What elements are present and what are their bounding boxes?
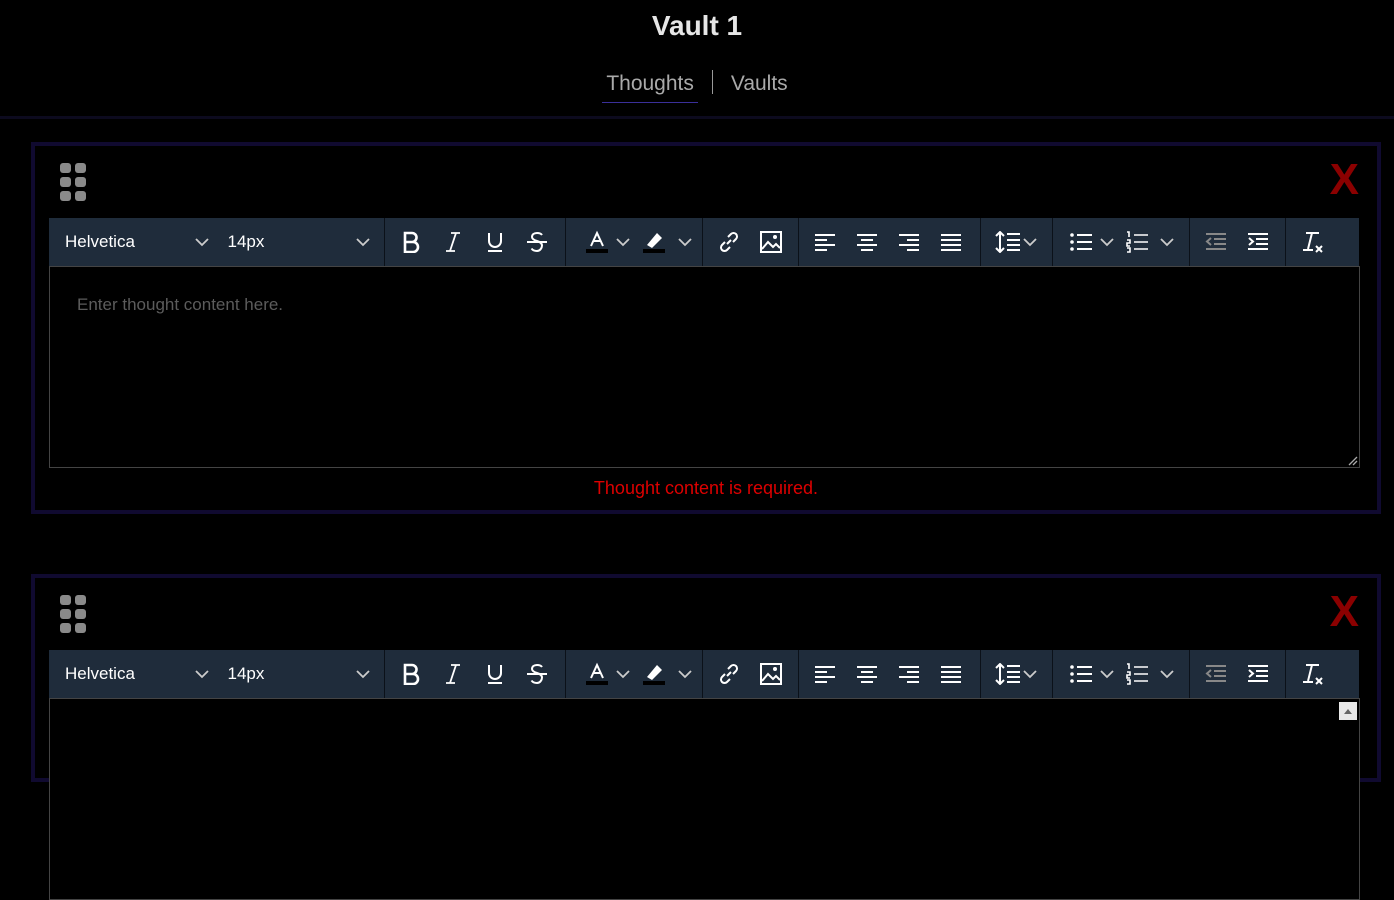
chevron-down-icon[interactable] — [1160, 650, 1174, 698]
text-style-group — [385, 650, 566, 698]
align-right-icon[interactable] — [888, 218, 930, 266]
thought-editor[interactable] — [49, 698, 1360, 900]
numbered-list-icon[interactable] — [1114, 218, 1160, 266]
align-right-icon[interactable] — [888, 650, 930, 698]
italic-icon[interactable] — [432, 218, 474, 266]
chevron-down-icon[interactable] — [1023, 650, 1037, 698]
indent-icon[interactable] — [1237, 218, 1279, 266]
scroll-up-icon[interactable] — [1339, 702, 1357, 720]
italic-icon[interactable] — [432, 650, 474, 698]
bullet-list-icon[interactable] — [1062, 650, 1100, 698]
align-group — [799, 218, 981, 266]
font-color-icon[interactable] — [578, 650, 616, 698]
line-height-icon[interactable] — [993, 218, 1023, 266]
strikethrough-icon[interactable] — [516, 218, 558, 266]
thought-card: X Helvetica 14px — [31, 574, 1381, 900]
drag-handle-icon[interactable] — [60, 163, 88, 201]
nav-tabs: Thoughts Vaults — [0, 70, 1394, 103]
chevron-down-icon[interactable] — [1100, 218, 1114, 266]
align-left-icon[interactable] — [804, 650, 846, 698]
close-icon[interactable]: X — [1330, 158, 1359, 202]
indent-icon[interactable] — [1237, 650, 1279, 698]
resize-handle-icon[interactable] — [1346, 454, 1358, 466]
font-family-value: Helvetica — [65, 232, 135, 251]
clear-group — [1286, 218, 1358, 266]
chevron-down-icon — [356, 669, 370, 678]
align-group — [799, 650, 981, 698]
chevron-down-icon — [195, 669, 210, 678]
chevron-down-icon — [356, 237, 370, 246]
align-center-icon[interactable] — [846, 218, 888, 266]
font-group: Helvetica 14px — [49, 218, 385, 266]
list-group — [1053, 218, 1190, 266]
align-justify-icon[interactable] — [930, 218, 972, 266]
underline-icon[interactable] — [474, 218, 516, 266]
chevron-down-icon[interactable] — [1023, 218, 1037, 266]
insert-group — [703, 218, 799, 266]
link-icon[interactable] — [708, 650, 750, 698]
clear-group — [1286, 650, 1358, 698]
align-center-icon[interactable] — [846, 650, 888, 698]
font-size-select[interactable]: 14px — [227, 664, 370, 684]
close-icon[interactable]: X — [1330, 590, 1359, 634]
editor-toolbar: Helvetica 14px — [49, 218, 1359, 266]
underline-icon[interactable] — [474, 650, 516, 698]
header: Vault 1 Thoughts Vaults — [0, 0, 1394, 119]
image-icon[interactable] — [750, 650, 792, 698]
align-left-icon[interactable] — [804, 218, 846, 266]
tab-thoughts[interactable]: Thoughts — [602, 72, 698, 103]
thought-card: X Helvetica 14px — [31, 142, 1381, 514]
color-group — [566, 218, 703, 266]
link-icon[interactable] — [708, 218, 750, 266]
bold-icon[interactable] — [390, 650, 432, 698]
line-height-group — [981, 218, 1053, 266]
nav-separator — [711, 70, 713, 94]
indent-group — [1190, 650, 1286, 698]
strikethrough-icon[interactable] — [516, 650, 558, 698]
bullet-list-icon[interactable] — [1062, 218, 1100, 266]
chevron-down-icon[interactable] — [678, 650, 692, 698]
outdent-icon[interactable] — [1195, 650, 1237, 698]
editor-placeholder: Enter thought content here. — [77, 295, 284, 314]
chevron-down-icon[interactable] — [1160, 218, 1174, 266]
chevron-down-icon — [195, 237, 210, 246]
chevron-down-icon[interactable] — [1100, 650, 1114, 698]
thought-editor[interactable]: Enter thought content here. — [49, 266, 1360, 468]
chevron-down-icon[interactable] — [616, 650, 630, 698]
highlight-icon[interactable] — [630, 650, 678, 698]
chevron-down-icon[interactable] — [616, 218, 630, 266]
chevron-down-icon[interactable] — [678, 218, 692, 266]
bold-icon[interactable] — [390, 218, 432, 266]
page-title: Vault 1 — [651, 10, 743, 41]
font-size-value: 14px — [227, 232, 265, 251]
validation-error: Thought content is required. — [593, 478, 819, 498]
image-icon[interactable] — [750, 218, 792, 266]
insert-group — [703, 650, 799, 698]
outdent-icon[interactable] — [1195, 218, 1237, 266]
font-size-value: 14px — [227, 664, 265, 683]
indent-group — [1190, 218, 1286, 266]
align-justify-icon[interactable] — [930, 650, 972, 698]
font-family-select[interactable]: Helvetica — [65, 232, 210, 252]
list-group — [1053, 650, 1190, 698]
font-size-select[interactable]: 14px — [227, 232, 370, 252]
font-family-select[interactable]: Helvetica — [65, 664, 210, 684]
tab-vaults[interactable]: Vaults — [727, 72, 792, 102]
color-group — [566, 650, 703, 698]
highlight-icon[interactable] — [630, 218, 678, 266]
clear-format-icon[interactable] — [1291, 218, 1333, 266]
editor-toolbar: Helvetica 14px — [49, 650, 1359, 698]
line-height-icon[interactable] — [993, 650, 1023, 698]
font-color-icon[interactable] — [578, 218, 616, 266]
font-group: Helvetica 14px — [49, 650, 385, 698]
text-style-group — [385, 218, 566, 266]
font-family-value: Helvetica — [65, 664, 135, 683]
drag-handle-icon[interactable] — [60, 595, 88, 633]
numbered-list-icon[interactable] — [1114, 650, 1160, 698]
clear-format-icon[interactable] — [1291, 650, 1333, 698]
line-height-group — [981, 650, 1053, 698]
